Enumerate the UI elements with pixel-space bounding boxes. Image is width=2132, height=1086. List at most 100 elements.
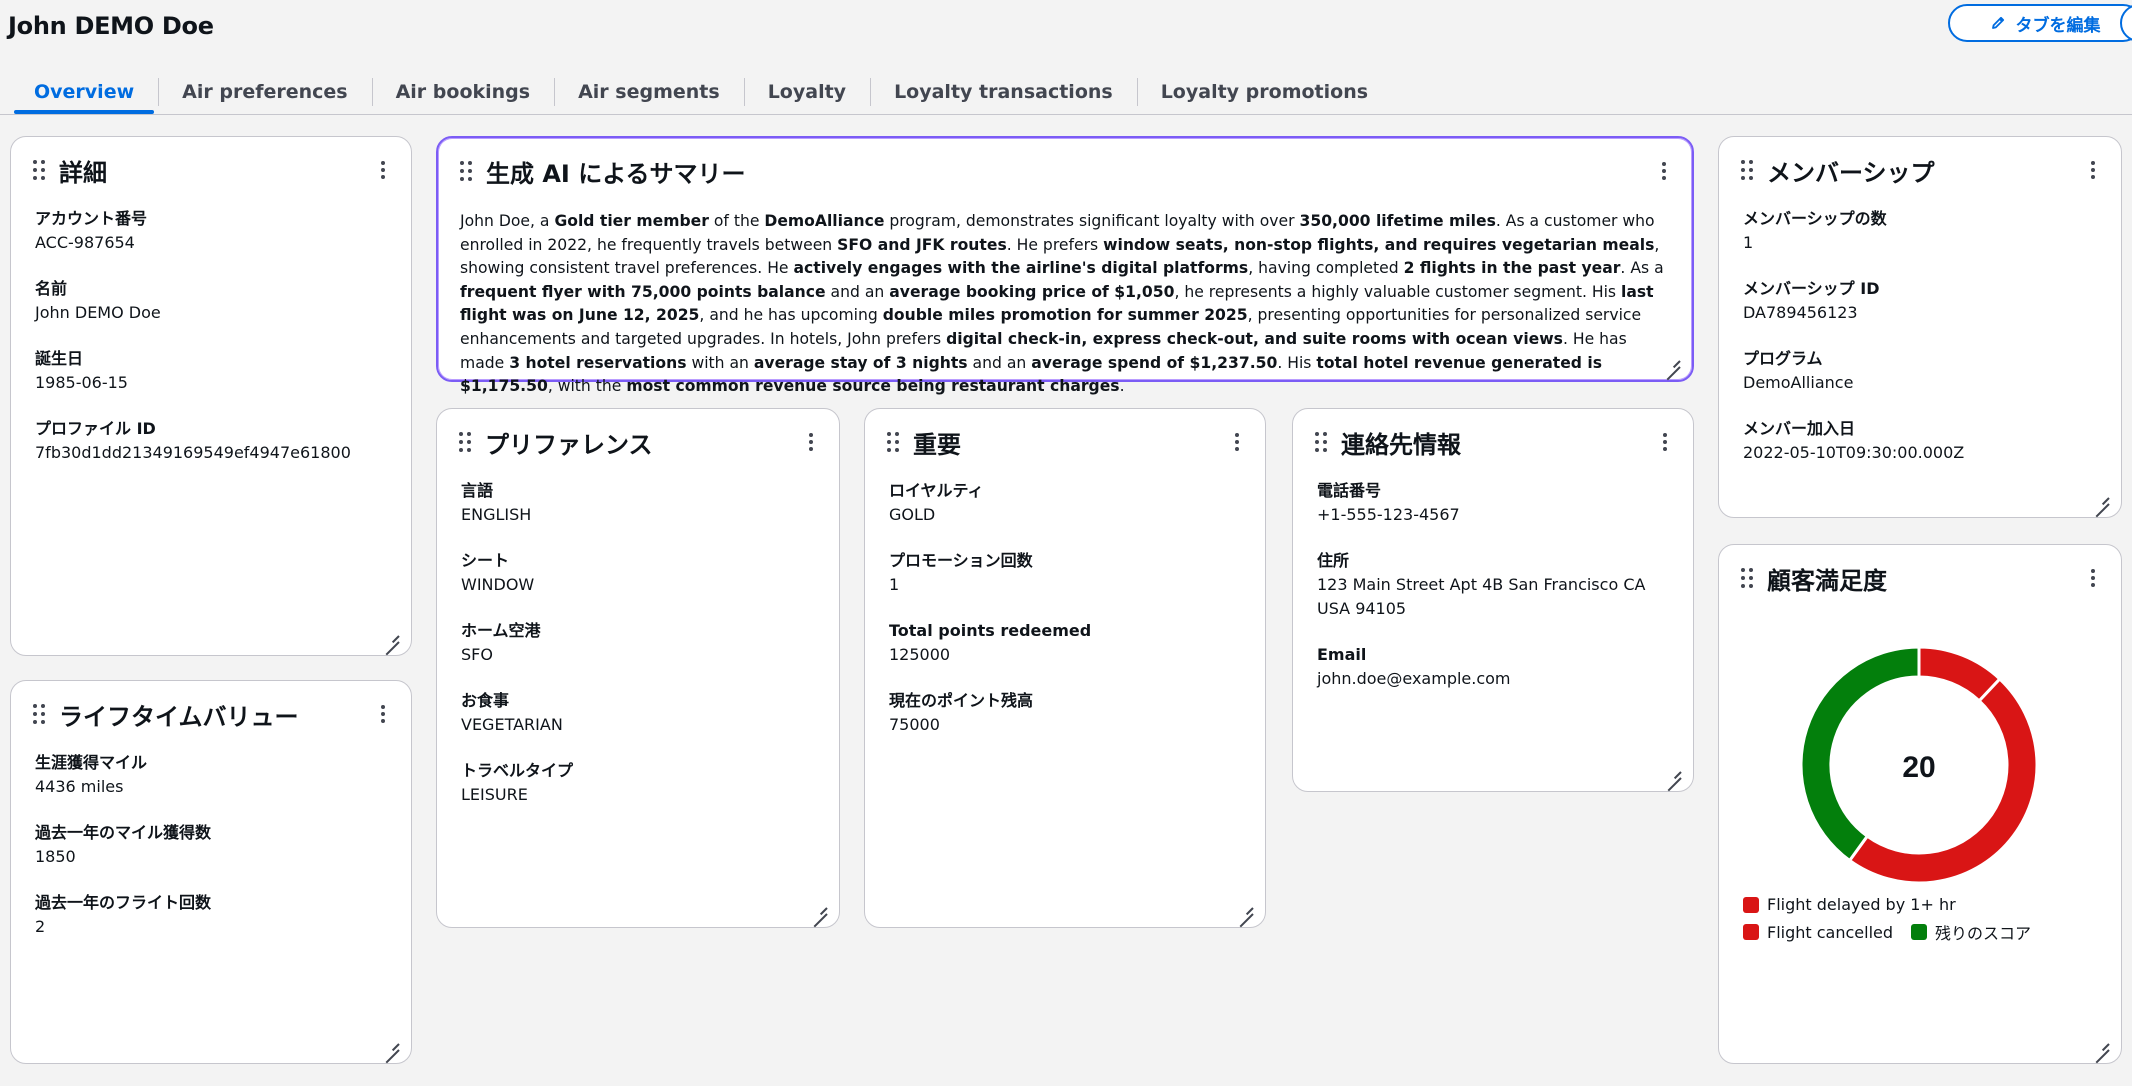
donut-slice[interactable] bbox=[1799, 645, 1921, 863]
summary-text: . bbox=[1119, 377, 1125, 396]
summary-highlight: 2 flights in the past year bbox=[1403, 259, 1621, 278]
field-value: ACC-987654 bbox=[35, 233, 135, 252]
legend-item[interactable]: 残りのスコア bbox=[1911, 920, 2031, 944]
resize-handle-icon[interactable] bbox=[2095, 1037, 2109, 1051]
card-title: プリファレンス bbox=[485, 430, 653, 459]
drag-handle-icon[interactable] bbox=[887, 432, 899, 452]
field-value: 2022-05-10T09:30:00.000Z bbox=[1743, 443, 1965, 462]
legend-swatch bbox=[1743, 896, 1759, 913]
field-label: Total points redeemed bbox=[889, 621, 1092, 640]
resize-handle-icon[interactable] bbox=[1667, 765, 1681, 779]
field-label: ロイヤルティ bbox=[889, 481, 984, 500]
more-actions-icon[interactable] bbox=[2083, 158, 2103, 182]
more-actions-icon[interactable] bbox=[2083, 566, 2103, 590]
more-actions-icon[interactable] bbox=[373, 702, 393, 726]
resize-handle-icon[interactable] bbox=[813, 901, 827, 915]
field-label: トラベルタイプ bbox=[461, 761, 574, 780]
tab-air-bookings[interactable]: Air bookings bbox=[371, 70, 555, 114]
field-label: メンバーシップの数 bbox=[1743, 209, 1887, 228]
tab-label: Air preferences bbox=[182, 81, 348, 103]
summary-highlight: frequent flyer with 75,000 points balanc… bbox=[460, 282, 826, 301]
chart-legend: Flight delayed by 1+ hr Flight cancelled 残… bbox=[1743, 895, 2111, 944]
tab-loyalty-promotions[interactable]: Loyalty promotions bbox=[1136, 70, 1392, 114]
tab-air-segments[interactable]: Air segments bbox=[554, 70, 744, 114]
field-value: 123 Main Street Apt 4B San Francisco CA … bbox=[1317, 575, 1646, 618]
resize-handle-icon[interactable] bbox=[1239, 901, 1253, 915]
more-actions-icon[interactable] bbox=[1655, 430, 1675, 454]
tab-loyalty[interactable]: Loyalty bbox=[743, 70, 870, 114]
tab-label: Loyalty promotions bbox=[1160, 81, 1369, 103]
field-label: 言語 bbox=[461, 481, 494, 500]
more-actions-icon[interactable] bbox=[373, 158, 393, 182]
field-label: プロファイル ID bbox=[35, 419, 156, 438]
field-value: WINDOW bbox=[461, 575, 535, 594]
lifetime-value-card: ライフタイムバリュー 生涯獲得マイル 4436 miles 過去一年のマイル獲得数… bbox=[10, 680, 412, 1064]
card-title: 連絡先情報 bbox=[1341, 430, 1461, 459]
summary-text: with an bbox=[686, 353, 754, 372]
field-label: 過去一年のマイル獲得数 bbox=[35, 823, 212, 842]
summary-text: and an bbox=[825, 282, 890, 301]
tab-label: Loyalty transactions bbox=[894, 81, 1113, 103]
satisfaction-card: 顧客満足度 20 Flight delayed by 1+ hr Flight c… bbox=[1718, 544, 2122, 1064]
field-label: アカウント番号 bbox=[35, 209, 148, 228]
tab-label: Overview bbox=[34, 81, 135, 103]
summary-highlight: DemoAlliance bbox=[764, 212, 885, 230]
field-value: 7fb30d1dd21349169549ef4947e61800 bbox=[35, 443, 351, 462]
field-label: プロモーション回数 bbox=[889, 551, 1033, 570]
summary-text: of the bbox=[708, 212, 765, 230]
summary-text: program, demonstrates significant loyalt… bbox=[884, 212, 1300, 230]
summary-highlight: average spend of $1,237.50 bbox=[1031, 353, 1278, 372]
tab-overview[interactable]: Overview bbox=[10, 70, 158, 114]
drag-handle-icon[interactable] bbox=[33, 704, 45, 724]
field-label: プログラム bbox=[1743, 349, 1823, 368]
more-actions-icon[interactable] bbox=[801, 430, 821, 454]
field-label: ホーム空港 bbox=[461, 621, 541, 640]
more-actions-icon[interactable] bbox=[1654, 159, 1674, 183]
tab-air-preferences[interactable]: Air preferences bbox=[158, 70, 371, 114]
summary-text: , he represents a highly valuable custom… bbox=[1174, 282, 1622, 301]
summary-text: . As a bbox=[1620, 259, 1664, 278]
summary-text: , and he has upcoming bbox=[699, 306, 883, 325]
resize-handle-icon[interactable] bbox=[385, 629, 399, 643]
field-label: シート bbox=[461, 551, 510, 570]
edit-tabs-label: タブを編集 bbox=[2015, 15, 2101, 36]
drag-handle-icon[interactable] bbox=[1741, 568, 1753, 588]
card-title: ライフタイムバリュー bbox=[59, 702, 299, 731]
field-value: SFO bbox=[461, 645, 493, 664]
field-label: 電話番号 bbox=[1317, 481, 1382, 500]
membership-card: メンバーシップ メンバーシップの数 1 メンバーシップ ID DA789456123… bbox=[1718, 136, 2122, 518]
field-label: メンバー加入日 bbox=[1743, 419, 1856, 438]
tab-loyalty-transactions[interactable]: Loyalty transactions bbox=[870, 70, 1137, 114]
pencil-icon bbox=[1991, 16, 2004, 29]
satisfaction-donut-chart: 20 bbox=[1799, 645, 2039, 885]
ai-summary-card: 生成 AI によるサマリー John Doe, a Gold tier memb… bbox=[436, 136, 1694, 395]
legend-swatch bbox=[1911, 924, 1928, 940]
field-value: VEGETARIAN bbox=[461, 715, 563, 734]
donut-slice[interactable] bbox=[1847, 676, 2039, 885]
field-value: John DEMO Doe bbox=[35, 303, 161, 322]
tab-bar: Overview Air preferences Air bookings Ai… bbox=[10, 70, 1392, 114]
drag-handle-icon[interactable] bbox=[460, 161, 472, 181]
legend-item[interactable]: Flight cancelled bbox=[1743, 920, 1893, 944]
legend-item[interactable]: Flight delayed by 1+ hr bbox=[1743, 895, 1956, 914]
drag-handle-icon[interactable] bbox=[459, 432, 471, 452]
resize-handle-icon[interactable] bbox=[2095, 491, 2109, 505]
more-actions-icon[interactable] bbox=[1227, 430, 1247, 454]
summary-highlight: average booking price of $1,050 bbox=[889, 282, 1175, 301]
tab-label: Air segments bbox=[578, 81, 720, 103]
summary-text: . His bbox=[1277, 353, 1317, 372]
card-title: メンバーシップ bbox=[1767, 158, 1935, 187]
edit-tabs-button[interactable]: タブを編集 bbox=[1948, 4, 2132, 42]
card-title: 顧客満足度 bbox=[1767, 566, 1887, 595]
drag-handle-icon[interactable] bbox=[33, 160, 45, 180]
resize-handle-icon[interactable] bbox=[1666, 354, 1680, 368]
drag-handle-icon[interactable] bbox=[1315, 432, 1327, 452]
summary-text: , having completed bbox=[1248, 259, 1404, 278]
drag-handle-icon[interactable] bbox=[1741, 160, 1753, 180]
resize-handle-icon[interactable] bbox=[385, 1037, 399, 1051]
field-label: 現在のポイント残高 bbox=[889, 691, 1034, 710]
legend-label: 残りのスコア bbox=[1935, 924, 2032, 943]
field-value: 2 bbox=[35, 917, 46, 936]
field-value: 1850 bbox=[35, 847, 76, 866]
field-value: 1 bbox=[1743, 233, 1754, 252]
